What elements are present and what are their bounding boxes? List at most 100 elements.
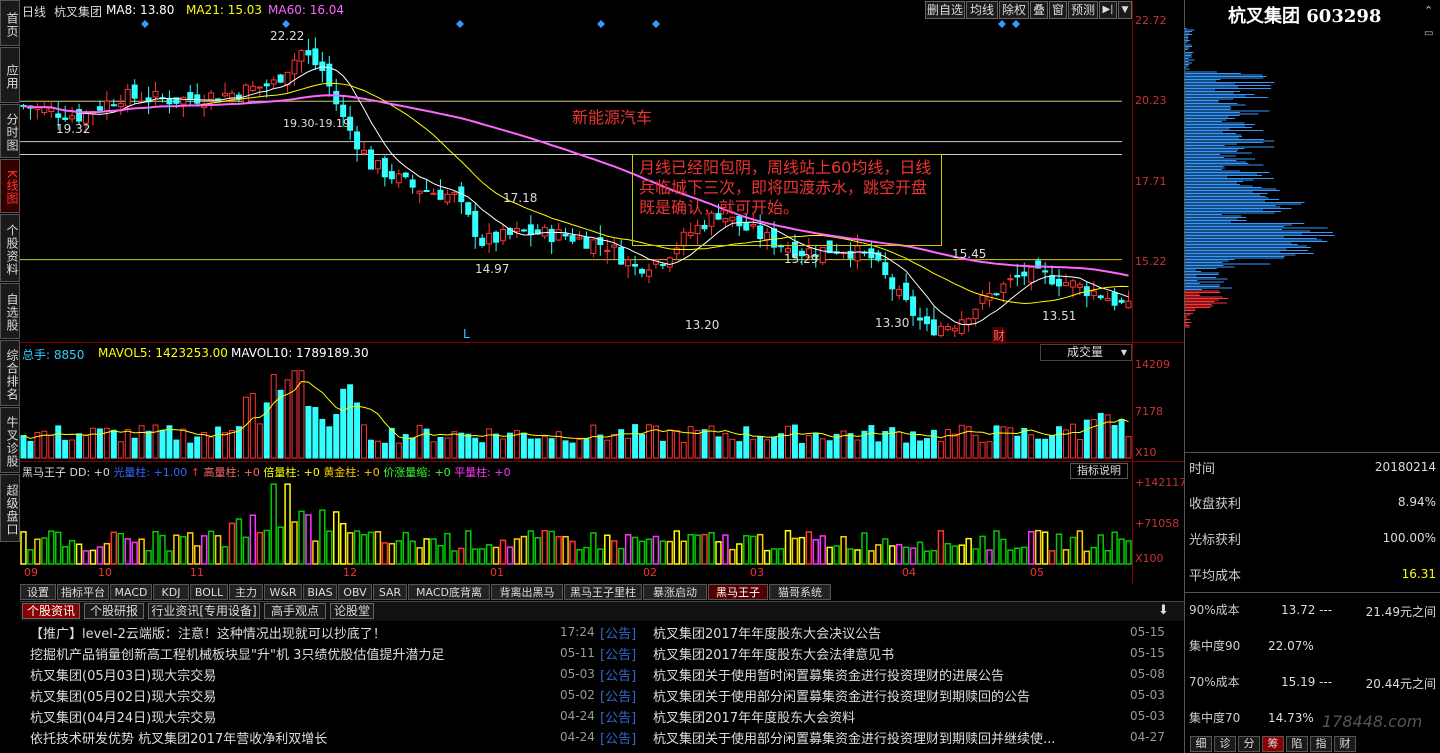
candle-body (222, 92, 229, 97)
chip-bar (1185, 83, 1235, 85)
indicator-tab-7[interactable]: BIAS (303, 584, 337, 600)
news-item[interactable]: 杭叉集团(05月02日)现大宗交易 (30, 686, 216, 705)
dropdown-icon[interactable]: ▼ (1118, 1, 1132, 19)
volume-bar (256, 423, 263, 459)
right-tab-5[interactable]: 指 (1310, 736, 1332, 752)
sidebar-item-intraday[interactable]: 分时图 (0, 104, 20, 158)
conc90-value: 22.07% (1268, 639, 1314, 653)
label-14-97: 14.97 (475, 262, 510, 276)
sidebar-item-superboard[interactable]: 超级盘口 (0, 474, 20, 542)
indicator-tab-13[interactable]: 暴涨启动 (643, 584, 707, 600)
chip-bar (1185, 314, 1191, 316)
announcement-item[interactable]: 杭叉集团2017年年度股东大会资料 (653, 707, 855, 726)
volume-dropdown[interactable]: 成交量 ▼ (1040, 344, 1132, 361)
chip-bar (1185, 281, 1224, 283)
candle-body (1049, 275, 1056, 285)
indicator-tab-1[interactable]: 指标平台 (57, 584, 109, 600)
delete-watchlist-button[interactable]: 删自选 (925, 1, 965, 19)
news-item[interactable]: 杭叉集团(05月03日)现大宗交易 (30, 665, 216, 684)
chip-bar (1185, 185, 1253, 187)
indicator-tab-14[interactable]: 黑马王子 (708, 584, 768, 600)
mavol10-label: MAVOL10: 1789189.30 (231, 346, 369, 360)
overlay-button[interactable]: 叠 (1030, 1, 1048, 19)
indicator-tab-12[interactable]: 黑马王子里柱 (564, 584, 642, 600)
announcement-item[interactable]: 杭叉集团2017年年度股东大会决议公告 (653, 623, 881, 642)
cost90-range: 13.72 --- (1281, 603, 1333, 617)
chip-bar (1185, 191, 1253, 193)
chip-bar (1185, 247, 1311, 248)
chip-bar (1185, 269, 1196, 271)
chip-bar (1185, 176, 1228, 178)
candle-body (444, 193, 451, 203)
tab-industry-news[interactable]: 行业资讯[专用设备] (148, 603, 260, 619)
announcement-item[interactable]: 杭叉集团关于使用暂时闲置募集资金进行投资理财的进展公告 (653, 665, 1004, 684)
volume-bar (812, 432, 819, 459)
window-button[interactable]: 窗 (1049, 1, 1067, 19)
right-tab-0[interactable]: 细 (1190, 736, 1212, 752)
indicator-tab-2[interactable]: MACD (110, 584, 152, 600)
right-tab-3[interactable]: 筹 (1262, 736, 1284, 752)
chip-bar (1185, 35, 1189, 37)
chip-bar (1185, 298, 1229, 299)
exright-button[interactable]: 除权 (999, 1, 1029, 19)
right-tab-6[interactable]: 财 (1334, 736, 1356, 752)
volume-bar (625, 437, 632, 459)
indicator-tab-3[interactable]: KDJ (153, 584, 189, 600)
indicator-tab-11[interactable]: 背离出黑马 (491, 584, 563, 600)
volume-bar (507, 432, 513, 459)
indicator-help-button[interactable]: 指标说明 (1070, 463, 1128, 479)
chip-bar (1185, 104, 1246, 106)
watermark-text: 178448.com (1322, 712, 1423, 731)
ind-tick-2: +71058 (1135, 517, 1180, 530)
candle-body (486, 232, 493, 245)
volume-bar (785, 425, 791, 459)
right-tab-1[interactable]: 诊 (1214, 736, 1236, 752)
candle-body (291, 59, 298, 75)
download-icon[interactable]: ⬇ (1158, 603, 1169, 618)
sidebar-item-watchlist[interactable]: 自选股 (0, 283, 20, 339)
tab-expert-views[interactable]: 高手观点 (264, 603, 326, 619)
indicator-tab-10[interactable]: MACD底背离 (408, 584, 490, 600)
chip-bar (1185, 119, 1227, 121)
scroll-up-icon[interactable]: ⌃ (1424, 4, 1433, 17)
tab-stock-research[interactable]: 个股研报 (84, 603, 144, 619)
news-item[interactable]: 挖掘机产品销量创新高工程机械板块显"升"机 3只绩优股估值提升潜力足 (30, 644, 444, 663)
candle-body (944, 325, 951, 331)
indicator-tab-6[interactable]: W&R (264, 584, 302, 600)
indicator-tab-4[interactable]: BOLL (190, 584, 228, 600)
sidebar-item-kline[interactable]: K线图 (0, 159, 20, 213)
indicator-tab-5[interactable]: 主力 (229, 584, 263, 600)
sidebar-item-ranking[interactable]: 综合排名 (0, 340, 20, 406)
news-item[interactable]: 【推广】level-2云端版：注意！这种情况出现就可以抄底了！ (30, 623, 386, 642)
play-icon[interactable]: ▶| (1099, 1, 1117, 19)
right-tab-2[interactable]: 分 (1238, 736, 1260, 752)
volume-bar (465, 433, 472, 459)
sidebar-item-apps[interactable]: 应用 (0, 47, 20, 103)
sidebar-item-diagnosis[interactable]: 牛叉诊股 (0, 407, 20, 473)
announcement-item[interactable]: 杭叉集团关于使用部分闲置募集资金进行投资理财到期赎回并继续使... (653, 728, 1055, 747)
sidebar-item-profile[interactable]: 个股资料 (0, 214, 20, 282)
indicator-tab-9[interactable]: SAR (373, 584, 407, 600)
news-item[interactable]: 杭叉集团(04月24日)现大宗交易 (30, 707, 216, 726)
tab-forum[interactable]: 论股堂 (330, 603, 374, 619)
tab-stock-news[interactable]: 个股资讯 (22, 603, 80, 619)
indicator-tab-8[interactable]: OBV (338, 584, 372, 600)
candle-body (319, 61, 326, 72)
indicator-tab-0[interactable]: 设置 (20, 584, 56, 600)
announcement-item[interactable]: 杭叉集团2017年年度股东大会法律意见书 (653, 644, 894, 663)
candle-body (882, 262, 889, 276)
chip-bar (1185, 200, 1265, 202)
announcement-item[interactable]: 杭叉集团关于使用部分闲置募集资金进行投资理财到期赎回的公告 (653, 686, 1030, 705)
chip-bar (1185, 202, 1305, 203)
forecast-button[interactable]: 预测 (1068, 1, 1098, 19)
chip-bar (1185, 91, 1241, 92)
indicator-tab-15[interactable]: 猫哥系统 (769, 584, 831, 600)
ma-button[interactable]: 均线 (966, 1, 998, 19)
chip-bar (1185, 229, 1283, 230)
volume-bar (597, 434, 604, 459)
volume-bar (1069, 423, 1076, 459)
volume-bar (1097, 412, 1104, 459)
right-tab-4[interactable]: 陷 (1286, 736, 1308, 752)
news-item[interactable]: 依托技术研发优势 杭叉集团2017年营收净利双增长 (30, 728, 327, 747)
sidebar-item-home[interactable]: 首页 (0, 0, 20, 46)
